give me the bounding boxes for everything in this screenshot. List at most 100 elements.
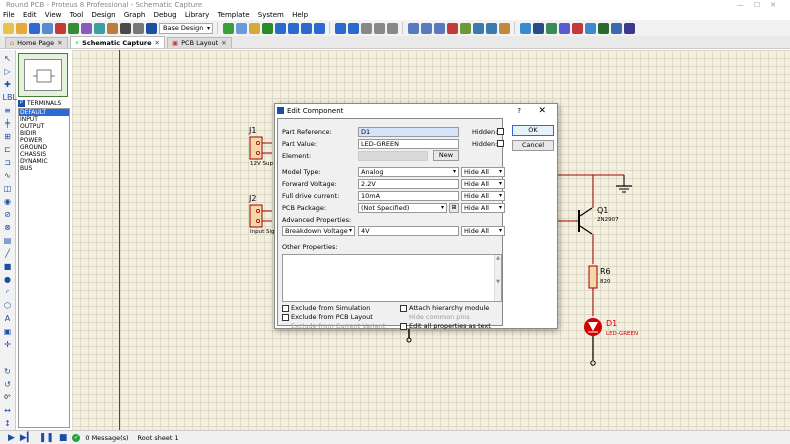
- rotate-cw-icon[interactable]: ↻: [3, 367, 13, 377]
- pcb-icon[interactable]: [68, 22, 79, 34]
- device-pins-icon[interactable]: ⊐: [3, 158, 13, 168]
- cancel-button[interactable]: Cancel: [512, 140, 554, 151]
- advanced-property-select[interactable]: Breakdown Voltage: [282, 226, 355, 236]
- line-icon[interactable]: ╱: [3, 249, 13, 259]
- menu-library[interactable]: Library: [185, 11, 209, 19]
- hide-value-checkbox[interactable]: [497, 140, 504, 147]
- exclude-pcb-checkbox[interactable]: [282, 314, 289, 321]
- q1-reference[interactable]: Q1: [597, 206, 608, 215]
- pcb-package-select[interactable]: (Not Specified): [358, 203, 447, 213]
- text-icon[interactable]: A: [3, 314, 13, 324]
- property-tool-icon[interactable]: [546, 22, 557, 34]
- block-delete-icon[interactable]: [447, 22, 458, 34]
- voltage-probe-icon[interactable]: ⊘: [3, 210, 13, 220]
- refresh-icon[interactable]: [223, 22, 234, 34]
- menu-template[interactable]: Template: [218, 11, 250, 19]
- grid-icon[interactable]: [236, 22, 247, 34]
- stop-icon[interactable]: ■: [59, 433, 68, 443]
- advanced-property-hide-select[interactable]: Hide All: [461, 226, 505, 236]
- block-move-icon[interactable]: [421, 22, 432, 34]
- menu-design[interactable]: Design: [91, 11, 115, 19]
- zoom-out-icon[interactable]: [288, 22, 299, 34]
- wire-autorouter-icon[interactable]: [520, 22, 531, 34]
- list-item[interactable]: POWER: [19, 137, 69, 144]
- tab-schematic-capture[interactable]: ⚡ Schematic Capture ✕: [69, 36, 165, 48]
- tab-home-page[interactable]: ⌂ Home Page ✕: [5, 37, 68, 48]
- remove-sheet-icon[interactable]: [572, 22, 583, 34]
- list-item[interactable]: OUTPUT: [19, 123, 69, 130]
- package-browse-icon[interactable]: ⊞: [449, 203, 459, 213]
- overview-window[interactable]: [18, 53, 68, 97]
- close-project-icon[interactable]: [42, 22, 53, 34]
- gerber-icon[interactable]: [81, 22, 92, 34]
- script-icon[interactable]: [133, 22, 144, 34]
- open-folder-icon[interactable]: [16, 22, 27, 34]
- packaging-tool-icon[interactable]: [486, 22, 497, 34]
- close-icon[interactable]: ✕: [57, 38, 62, 48]
- new-element-button[interactable]: New: [433, 150, 459, 161]
- path-icon[interactable]: ⬡: [3, 301, 13, 311]
- step-icon[interactable]: ▶▎: [20, 433, 34, 443]
- menu-debug[interactable]: Debug: [154, 11, 177, 19]
- model-type-select[interactable]: Analog: [358, 167, 459, 177]
- r6-reference[interactable]: R6: [600, 267, 611, 276]
- close-icon[interactable]: ✕: [155, 38, 160, 48]
- bom-icon[interactable]: [107, 22, 118, 34]
- advanced-property-input[interactable]: 4V: [358, 226, 459, 236]
- virtual-instruments-icon[interactable]: ▤: [3, 236, 13, 246]
- zoom-all-icon[interactable]: [301, 22, 312, 34]
- list-item[interactable]: BUS: [19, 165, 69, 172]
- forward-voltage-hide-select[interactable]: Hide All: [461, 179, 505, 189]
- text-script-icon[interactable]: ≡: [3, 106, 13, 116]
- pcb-package-hide-select[interactable]: Hide All: [461, 203, 505, 213]
- full-drive-input[interactable]: 10mA: [358, 191, 459, 201]
- tape-recorder-icon[interactable]: ◫: [3, 184, 13, 194]
- close-icon[interactable]: ✕: [221, 38, 226, 48]
- redo-icon[interactable]: [348, 22, 359, 34]
- exit-to-parent-icon[interactable]: [585, 22, 596, 34]
- menu-file[interactable]: File: [3, 11, 15, 19]
- current-probe-icon[interactable]: ⊗: [3, 223, 13, 233]
- symbol-icon[interactable]: ▣: [3, 327, 13, 337]
- box-icon[interactable]: ■: [3, 262, 13, 272]
- new-sheet-icon[interactable]: [559, 22, 570, 34]
- other-properties-textarea[interactable]: ▲ ▼: [282, 254, 502, 302]
- source-code-icon[interactable]: [120, 22, 131, 34]
- junction-dot-icon[interactable]: ✚: [3, 80, 13, 90]
- pick-devices-button[interactable]: P: [18, 100, 25, 107]
- j1-connector[interactable]: [249, 136, 263, 160]
- graph-mode-icon[interactable]: ∿: [3, 171, 13, 181]
- terminals-mode-icon[interactable]: ⊏: [3, 145, 13, 155]
- zoom-in-icon[interactable]: [275, 22, 286, 34]
- design-variant-dropdown[interactable]: Base Design: [159, 22, 213, 34]
- play-icon[interactable]: ▶: [8, 433, 15, 443]
- rotate-ccw-icon[interactable]: ↺: [3, 380, 13, 390]
- make-device-icon[interactable]: [473, 22, 484, 34]
- pick-device-icon[interactable]: [460, 22, 471, 34]
- block-copy-icon[interactable]: [408, 22, 419, 34]
- textarea-scrollbar[interactable]: ▲ ▼: [494, 255, 501, 301]
- flip-vertical-icon[interactable]: ↕: [3, 419, 13, 429]
- netlist-to-ares-icon[interactable]: [624, 22, 635, 34]
- terminal-list[interactable]: DEFAULT INPUT OUTPUT BIDIR POWER GROUND …: [18, 108, 70, 428]
- pause-icon[interactable]: ❚❚: [39, 433, 54, 443]
- marker-icon[interactable]: ✛: [3, 340, 13, 350]
- cut-icon[interactable]: [361, 22, 372, 34]
- forward-voltage-input[interactable]: 2.2V: [358, 179, 459, 189]
- electrical-rules-icon[interactable]: [611, 22, 622, 34]
- close-button[interactable]: ✕: [538, 104, 546, 118]
- menu-edit[interactable]: Edit: [23, 11, 37, 19]
- attach-hierarchy-checkbox[interactable]: [400, 305, 407, 312]
- flip-horizontal-icon[interactable]: ↔: [3, 406, 13, 416]
- menu-help[interactable]: Help: [292, 11, 308, 19]
- list-item[interactable]: CHASSIS: [19, 151, 69, 158]
- search-tag-icon[interactable]: [533, 22, 544, 34]
- j2-reference[interactable]: J2: [249, 194, 256, 203]
- exclude-simulation-checkbox[interactable]: [282, 305, 289, 312]
- arc-icon[interactable]: ◜: [3, 288, 13, 298]
- edit-as-text-checkbox[interactable]: [400, 323, 407, 330]
- copy-icon[interactable]: [374, 22, 385, 34]
- menu-system[interactable]: System: [258, 11, 284, 19]
- save-icon[interactable]: [29, 22, 40, 34]
- model-type-hide-select[interactable]: Hide All: [461, 167, 505, 177]
